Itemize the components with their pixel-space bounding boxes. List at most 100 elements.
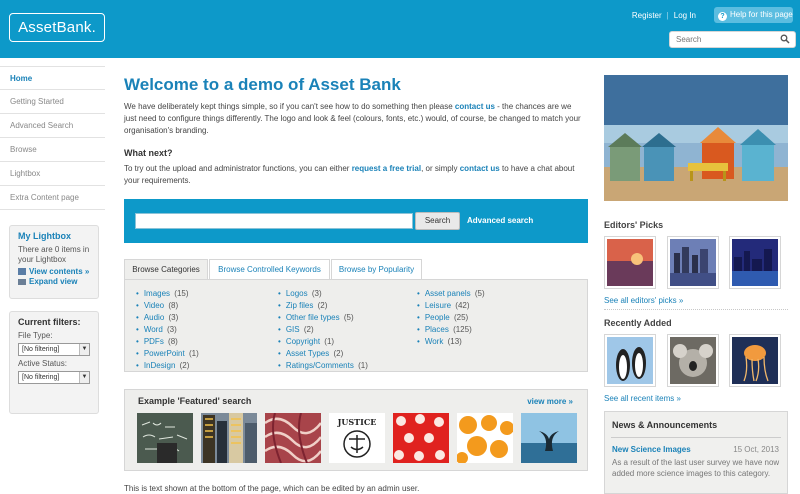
nav-item-browse[interactable]: Browse	[0, 138, 105, 162]
tab-browse-categories[interactable]: Browse Categories	[124, 259, 208, 280]
category-item: Logos (3)	[278, 288, 368, 300]
category-link[interactable]: People	[425, 313, 450, 322]
category-count: (25)	[453, 313, 469, 322]
lightbox-title: My Lightbox	[18, 231, 71, 241]
tab-controlled-keywords[interactable]: Browse Controlled Keywords	[209, 259, 330, 280]
category-link[interactable]: Asset panels	[425, 289, 471, 298]
category-item: Asset panels (5)	[417, 288, 485, 300]
advanced-search-link[interactable]: Advanced search	[467, 216, 533, 225]
view-more-link[interactable]: view more »	[527, 397, 573, 406]
logo[interactable]: AssetBank.	[9, 13, 105, 42]
news-item-text: As a result of the last user survey we h…	[612, 458, 780, 478]
header-bar: AssetBank. Register | Log In ? Help for thi…	[0, 0, 800, 58]
news-title: News & Announcements	[612, 420, 718, 430]
category-count: (125)	[453, 325, 472, 334]
lightbox-panel: My Lightbox There are 0 items in your Li…	[9, 225, 99, 299]
category-column: Asset panels (5)Leisure (42)People (25)P…	[417, 288, 485, 348]
register-link[interactable]: Register	[632, 11, 662, 20]
category-item: Leisure (42)	[417, 300, 485, 312]
editors-picks-title: Editors' Picks	[604, 220, 664, 230]
nav-item-advanced-search[interactable]: Advanced Search	[0, 114, 105, 138]
recently-added-title: Recently Added	[604, 318, 672, 328]
category-link[interactable]: Copyright	[286, 337, 320, 346]
help-icon: ?	[718, 12, 727, 21]
featured-thumb-red-dots[interactable]	[393, 413, 449, 463]
category-link[interactable]: Word	[144, 325, 163, 334]
recent-thumb-koala[interactable]	[667, 334, 719, 387]
login-link[interactable]: Log In	[674, 11, 696, 20]
news-item-title[interactable]: New Science Images	[612, 445, 691, 454]
editors-thumb-skyline[interactable]	[729, 236, 781, 289]
see-all-editors-picks-link[interactable]: See all editors' picks »	[604, 296, 683, 305]
nav-item-home[interactable]: Home	[0, 66, 105, 90]
category-link[interactable]: PDFs	[144, 337, 164, 346]
recent-thumb-jellyfish[interactable]	[729, 334, 781, 387]
editors-thumb-city-night[interactable]	[667, 236, 719, 289]
category-link[interactable]: Ratings/Comments	[286, 361, 354, 370]
divider	[611, 437, 781, 438]
category-link[interactable]: Audio	[144, 313, 164, 322]
category-item: Asset Types (2)	[278, 348, 368, 360]
category-count: (1)	[188, 349, 199, 358]
header-search-input[interactable]	[670, 32, 778, 47]
category-item: Images (15)	[136, 288, 199, 300]
active-status-value: [No filtering]	[22, 374, 60, 381]
tab-by-popularity[interactable]: Browse by Popularity	[331, 259, 422, 280]
featured-thumb-buildings[interactable]	[201, 413, 257, 463]
trial-part: , or simply	[421, 164, 460, 173]
category-item: Other file types (5)	[278, 312, 368, 324]
chevron-down-icon: ▼	[79, 372, 89, 383]
featured-thumb-justice-logo[interactable]: JUSTICE	[329, 413, 385, 463]
category-column: Logos (3)Zip files (2)Other file types (…	[278, 288, 368, 372]
category-item: Word (3)	[136, 324, 199, 336]
category-count: (5)	[474, 289, 485, 298]
category-link[interactable]: Work	[425, 337, 444, 346]
category-link[interactable]: Asset Types	[286, 349, 329, 358]
nav-item-extra-content[interactable]: Extra Content page	[0, 186, 105, 210]
category-link[interactable]: InDesign	[144, 361, 176, 370]
featured-thumb-leaves[interactable]	[265, 413, 321, 463]
active-status-select[interactable]: [No filtering] ▼	[18, 371, 90, 384]
main-search-input[interactable]	[135, 213, 413, 229]
category-count: (15)	[174, 289, 189, 298]
featured-thumb-orange-balls[interactable]	[457, 413, 513, 463]
free-trial-link[interactable]: request a free trial	[352, 164, 421, 173]
file-type-select[interactable]: [No filtering] ▼	[18, 343, 90, 356]
category-link[interactable]: Places	[425, 325, 449, 334]
category-link[interactable]: Leisure	[425, 301, 451, 310]
chevron-down-icon: ▼	[79, 344, 89, 355]
category-item: People (25)	[417, 312, 485, 324]
active-status-label: Active Status:	[18, 359, 67, 368]
category-link[interactable]: GIS	[286, 325, 300, 334]
category-count: (8)	[168, 337, 178, 346]
see-all-recent-link[interactable]: See all recent items »	[604, 394, 681, 403]
expand-view-link[interactable]: Expand view	[29, 277, 77, 286]
category-link[interactable]: Video	[144, 301, 164, 310]
category-count: (13)	[447, 337, 462, 346]
featured-thumb-chalkboard[interactable]	[137, 413, 193, 463]
category-item: PDFs (8)	[136, 336, 199, 348]
category-link[interactable]: Zip files	[286, 301, 314, 310]
category-count: (3)	[311, 289, 322, 298]
search-button[interactable]: Search	[415, 212, 460, 230]
view-contents-link[interactable]: View contents »	[29, 267, 89, 276]
featured-thumb-whale-tail[interactable]	[521, 413, 577, 463]
category-link[interactable]: Images	[144, 289, 170, 298]
help-button[interactable]: ? Help for this page	[714, 7, 793, 23]
nav-item-lightbox[interactable]: Lightbox	[0, 162, 105, 186]
search-icon[interactable]	[780, 34, 790, 44]
nav-item-getting-started[interactable]: Getting Started	[0, 90, 105, 114]
expand-icon	[18, 279, 26, 285]
category-item: Work (13)	[417, 336, 485, 348]
category-count: (2)	[179, 361, 190, 370]
contact-us-link[interactable]: contact us	[455, 102, 495, 111]
category-link[interactable]: PowerPoint	[144, 349, 185, 358]
header-search	[669, 31, 796, 48]
contact-us-link-2[interactable]: contact us	[460, 164, 500, 173]
category-column: Images (15)Video (8)Audio (3)Word (3)PDF…	[136, 288, 199, 372]
category-link[interactable]: Other file types	[286, 313, 340, 322]
category-link[interactable]: Logos	[286, 289, 308, 298]
recent-thumb-penguins[interactable]	[604, 334, 656, 387]
editors-thumb-sunset[interactable]	[604, 236, 656, 289]
category-count: (5)	[343, 313, 354, 322]
